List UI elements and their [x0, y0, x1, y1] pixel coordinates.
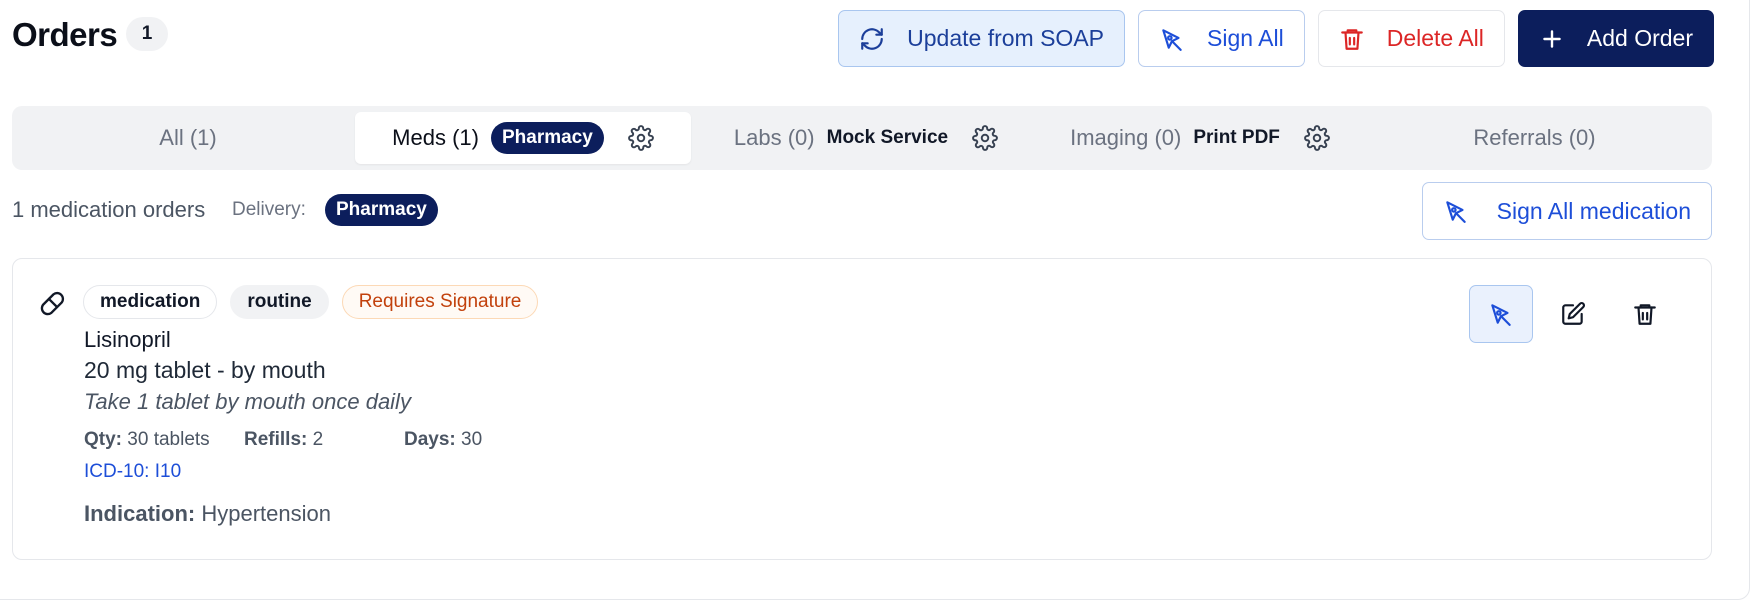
add-order-button[interactable]: Add Order: [1517, 10, 1714, 67]
tab-referrals-label: Referrals (0): [1473, 125, 1596, 150]
pharmacy-badge: Pharmacy: [490, 122, 604, 154]
order-tags: medication routine Requires Signature: [83, 285, 539, 319]
trash-icon: [1339, 26, 1365, 52]
tab-labs-label: Labs (0): [733, 125, 815, 150]
gear-icon[interactable]: [627, 125, 654, 151]
medication-dose: 20 mg tablet - by mouth: [84, 357, 326, 383]
medication-order-count: 1 medication orders: [12, 197, 206, 222]
pen-nib-icon: [1159, 26, 1185, 52]
tab-all[interactable]: All (1): [18, 112, 358, 164]
quantity-label: Qty:: [84, 429, 122, 450]
delivery-pharmacy-badge: Pharmacy: [325, 194, 438, 226]
delivery-label: Delivery:: [232, 199, 306, 220]
sign-all-button[interactable]: Sign All: [1138, 10, 1305, 67]
orders-header: Orders 1 Update from SOAP Sign All Delet…: [12, 10, 1714, 68]
sign-all-medication-label: Sign All medication: [1496, 197, 1691, 224]
order-actions: [1469, 285, 1677, 343]
imaging-service-name: Print PDF: [1193, 127, 1280, 148]
status-badge: Requires Signature: [341, 285, 539, 319]
order-card: medication routine Requires Signature Li…: [12, 258, 1712, 560]
sign-all-medication-button[interactable]: Sign All medication: [1421, 182, 1712, 240]
edit-icon: [1560, 301, 1586, 327]
medication-subheader: 1 medication orders Delivery: Pharmacy S…: [12, 182, 1712, 240]
orders-panel: Orders 1 Update from SOAP Sign All Delet…: [0, 0, 1750, 600]
tab-all-label: All (1): [159, 125, 217, 150]
days-label: Days:: [404, 429, 456, 450]
pill-icon: [39, 289, 67, 317]
tab-meds[interactable]: Meds (1) Pharmacy: [355, 112, 691, 164]
indication-info: Indication: Hypertension: [84, 501, 331, 527]
tab-labs[interactable]: Labs (0) Mock Service: [706, 112, 1026, 164]
icd-code-link[interactable]: ICD-10: I10: [84, 461, 181, 483]
delete-all-button[interactable]: Delete All: [1317, 10, 1505, 67]
sign-order-button[interactable]: [1469, 285, 1533, 343]
indication-label: Indication:: [84, 501, 196, 526]
gear-icon[interactable]: [1304, 125, 1330, 151]
medication-instructions: Take 1 tablet by mouth once daily: [84, 389, 411, 414]
update-from-soap-button[interactable]: Update from SOAP: [838, 10, 1125, 67]
medication-name: Lisinopril: [84, 327, 171, 352]
refresh-icon: [859, 26, 885, 52]
refills-label: Refills:: [244, 429, 308, 450]
delete-all-label: Delete All: [1386, 25, 1484, 51]
update-from-soap-label: Update from SOAP: [907, 25, 1104, 51]
tab-referrals[interactable]: Referrals (0): [1362, 112, 1707, 164]
orders-count-badge: 1: [126, 17, 168, 51]
labs-service-name: Mock Service: [826, 127, 949, 148]
pen-nib-icon: [1443, 198, 1469, 224]
priority-chip: routine: [230, 285, 329, 319]
header-actions: Update from SOAP Sign All Delete All Add…: [838, 10, 1714, 67]
refills-info: Refills: 2: [244, 429, 323, 451]
order-type-tabs: All (1) Meds (1) Pharmacy Labs (0) Mock …: [12, 106, 1712, 170]
edit-order-button[interactable]: [1541, 285, 1605, 343]
quantity-info: Qty: 30 tablets: [84, 429, 210, 451]
quantity-value: 30 tablets: [127, 429, 210, 450]
page-title: Orders: [12, 16, 118, 53]
plus-icon: [1539, 26, 1565, 52]
add-order-label: Add Order: [1586, 25, 1693, 51]
tab-imaging-label: Imaging (0): [1070, 125, 1182, 150]
sign-all-label: Sign All: [1207, 25, 1284, 51]
tab-meds-label: Meds (1): [392, 125, 479, 150]
gear-icon[interactable]: [972, 125, 998, 151]
days-value: 30: [461, 429, 483, 450]
days-info: Days: 30: [404, 429, 482, 451]
page-background: [0, 600, 1762, 610]
pen-nib-icon: [1488, 301, 1514, 327]
tab-imaging[interactable]: Imaging (0) Print PDF: [1040, 112, 1360, 164]
refills-value: 2: [312, 429, 324, 450]
type-chip: medication: [83, 285, 218, 319]
indication-value: Hypertension: [201, 501, 331, 526]
trash-icon: [1632, 301, 1658, 327]
delete-order-button[interactable]: [1613, 285, 1677, 343]
